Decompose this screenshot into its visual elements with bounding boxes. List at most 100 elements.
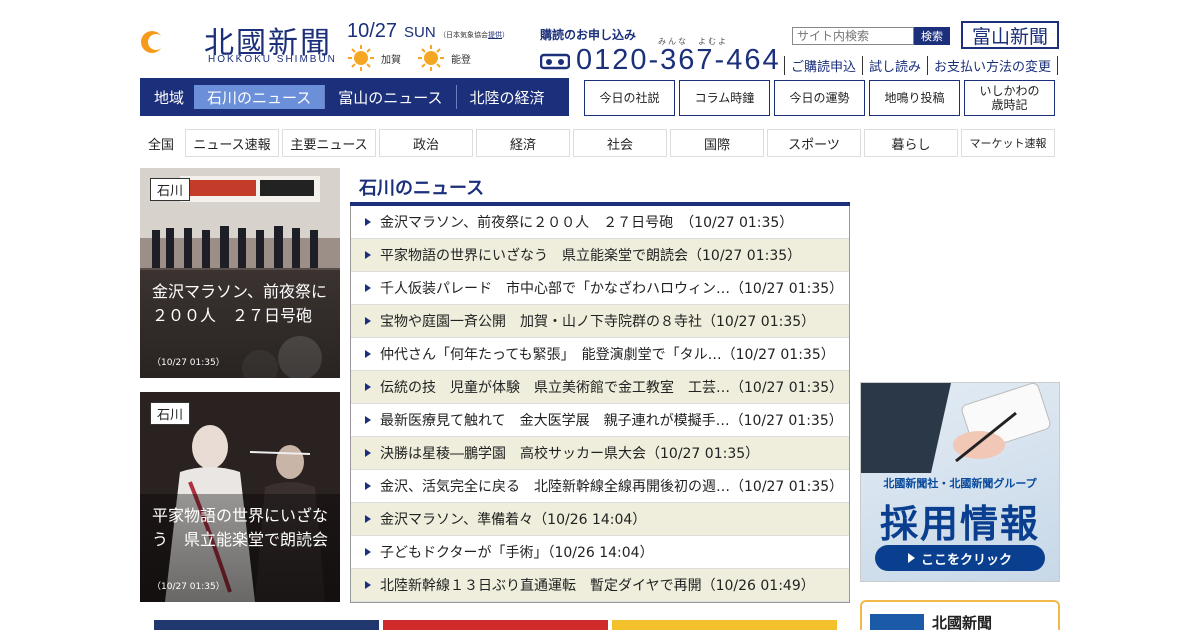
bullet-triangle-icon <box>365 284 371 292</box>
weather-area-label: 加賀 <box>381 54 401 66</box>
weather-kaga[interactable]: 加賀 <box>347 44 401 72</box>
bottom-banner-1[interactable] <box>154 620 379 630</box>
category-sports[interactable]: スポーツ <box>767 129 861 157</box>
news-item-title: 最新医療見て触れて 金大医学展 親子連れが模擬手…（10/27 01:35） <box>380 413 843 429</box>
news-item-title: 伝統の技 児童が体験 県立美術館で金工教室 工芸…（10/27 01:35） <box>380 380 844 396</box>
feature-buttons: 今日の社説 コラム時鐘 今日の運勢 地鳴り投稿 いしかわの 歳時記 <box>584 80 1055 116</box>
featured-title[interactable]: 平家物語の世界にいざなう 県立能楽堂で朗読会 <box>152 504 332 552</box>
promo-title: 北國新聞 <box>932 614 993 630</box>
current-date: 10/27 <box>347 20 398 42</box>
play-arrow-icon <box>907 553 915 563</box>
category-top-news[interactable]: 主要ニュース <box>282 129 376 157</box>
weather-noto[interactable]: 能登 <box>417 44 471 72</box>
weather-credit-link[interactable]: 提供 <box>488 31 502 39</box>
weather-area-label: 能登 <box>451 54 471 66</box>
category-international[interactable]: 国際 <box>670 129 764 157</box>
featured-time: （10/27 01:35） <box>152 358 225 368</box>
weather-credit-end: ） <box>502 31 509 39</box>
toyama-shimbun-button[interactable]: 富山新聞 <box>961 21 1059 49</box>
news-item-title: 金沢マラソン、準備着々（10/26 14:04） <box>380 512 647 528</box>
recruit-banner[interactable]: 北國新聞社・北國新聞グループ 採用情報 ここをクリック <box>860 382 1060 582</box>
category-nav: 全国 ニュース速報 主要ニュース 政治 経済 社会 国際 スポーツ 暮らし マー… <box>140 129 1055 157</box>
category-national[interactable]: 全国 <box>140 129 182 157</box>
news-item-title: 宝物や庭園一斉公開 加賀・山ノ下寺院群の８寺社（10/27 01:35） <box>380 314 816 330</box>
news-item[interactable]: 仲代さん「何年たっても緊張」 能登演劇堂で「タル…（10/27 01:35） <box>351 338 849 371</box>
news-item[interactable]: 金沢マラソン、前夜祭に２００人 ２７日号砲 （10/27 01:35） <box>351 206 849 239</box>
seasonal-calendar-button[interactable]: いしかわの 歳時記 <box>964 80 1055 116</box>
news-item[interactable]: 最新医療見て触れて 金大医学展 親子連れが模擬手…（10/27 01:35） <box>351 404 849 437</box>
utility-links: ご購読申込 試し読み お支払い方法の変更 <box>784 56 1059 75</box>
bullet-triangle-icon <box>365 581 371 589</box>
category-society[interactable]: 社会 <box>573 129 667 157</box>
news-item[interactable]: 金沢マラソン、準備着々（10/26 14:04） <box>351 503 849 536</box>
news-item-title: 仲代さん「何年たっても緊張」 能登演劇堂で「タル…（10/27 01:35） <box>380 347 835 363</box>
bullet-triangle-icon <box>365 416 371 424</box>
bullet-triangle-icon <box>365 515 371 523</box>
pen-hand-illustration <box>861 383 1051 473</box>
news-item-title: 千人仮装パレード 市中心部で「かなざわハロウィン…（10/27 01:35） <box>380 281 844 297</box>
reader-post-button[interactable]: 地鳴り投稿 <box>869 80 960 116</box>
news-item[interactable]: 平家物語の世界にいざなう 県立能楽堂で朗読会（10/27 01:35） <box>351 239 849 272</box>
bottom-banners <box>154 620 837 630</box>
news-item[interactable]: 北陸新幹線１３日ぶり直通運転 暫定ダイヤで再開（10/26 01:49） <box>351 569 849 602</box>
news-item-title: 平家物語の世界にいざなう 県立能楽堂で朗読会（10/27 01:35） <box>380 248 802 264</box>
bullet-triangle-icon <box>365 482 371 490</box>
column-jisho-button[interactable]: コラム時鐘 <box>679 80 770 116</box>
day-of-week: SUN <box>404 24 436 41</box>
horoscope-button[interactable]: 今日の運勢 <box>774 80 865 116</box>
date-weather: 10/27 SUN （日本気象協会提供） 加賀 能登 <box>347 20 517 72</box>
bullet-triangle-icon <box>365 317 371 325</box>
tab-ishikawa-news[interactable]: 石川のニュース <box>194 85 326 109</box>
bottom-banner-2[interactable] <box>383 620 608 630</box>
region-tag: 石川 <box>150 402 191 425</box>
link-subscribe[interactable]: ご購読申込 <box>784 56 862 75</box>
news-item[interactable]: 千人仮装パレード 市中心部で「かなざわハロウィン…（10/27 01:35） <box>351 272 849 305</box>
bullet-triangle-icon <box>365 218 371 226</box>
category-economy[interactable]: 経済 <box>476 129 570 157</box>
featured-story-2[interactable]: 石川 平家物語の世界にいざなう 県立能楽堂で朗読会 （10/27 01:35） <box>140 392 340 602</box>
site-search: 検索 <box>792 27 950 45</box>
sun-icon <box>418 45 444 71</box>
tab-toyama-news[interactable]: 富山のニュース <box>325 85 457 109</box>
promo-banner[interactable]: 北國新聞 <box>860 600 1060 630</box>
weather-credit-text: （日本気象協会 <box>439 31 488 39</box>
category-breaking[interactable]: ニュース速報 <box>185 129 279 157</box>
phone-icon <box>540 53 570 69</box>
news-item[interactable]: 伝統の技 児童が体験 県立美術館で金工教室 工芸…（10/27 01:35） <box>351 371 849 404</box>
news-item-title: 金沢、活気完全に戻る 北陸新幹線全線再開後初の週…（10/27 01:35） <box>380 479 844 495</box>
featured-title[interactable]: 金沢マラソン、前夜祭に２００人 ２７日号砲 <box>152 280 332 328</box>
link-payment-change[interactable]: お支払い方法の変更 <box>927 56 1059 75</box>
news-item-title: 子どもドクターが「手術」（10/26 14:04） <box>380 545 654 561</box>
news-item[interactable]: 金沢、活気完全に戻る 北陸新幹線全線再開後初の週…（10/27 01:35） <box>351 470 849 503</box>
search-input[interactable] <box>792 27 914 45</box>
news-item[interactable]: 宝物や庭園一斉公開 加賀・山ノ下寺院群の８寺社（10/27 01:35） <box>351 305 849 338</box>
category-living[interactable]: 暮らし <box>864 129 958 157</box>
search-button[interactable]: 検索 <box>914 27 950 45</box>
news-item-title: 北陸新幹線１３日ぶり直通運転 暫定ダイヤで再開（10/26 01:49） <box>380 578 815 594</box>
phone-ruby: みんな よむよ <box>658 37 728 46</box>
category-market[interactable]: マーケット速報 <box>961 129 1055 157</box>
category-politics[interactable]: 政治 <box>379 129 473 157</box>
bottom-banner-3[interactable] <box>612 620 837 630</box>
recruit-click-button[interactable]: ここをクリック <box>875 545 1045 571</box>
featured-story-1[interactable]: 石川 金沢マラソン、前夜祭に２００人 ２７日号砲 （10/27 01:35） <box>140 168 340 378</box>
subscribe-phone[interactable]: みんな よむよ 0120-367-464 <box>540 37 781 77</box>
sun-icon <box>348 45 374 71</box>
link-trial[interactable]: 試し読み <box>862 56 927 75</box>
region-label: 地域 <box>154 88 185 107</box>
bullet-triangle-icon <box>365 350 371 358</box>
news-item[interactable]: 決勝は星稜―鵬学園 高校サッカー県大会（10/27 01:35） <box>351 437 849 470</box>
featured-time: （10/27 01:35） <box>152 582 225 592</box>
news-item-title: 決勝は星稜―鵬学園 高校サッカー県大会（10/27 01:35） <box>380 446 760 462</box>
bullet-triangle-icon <box>365 548 371 556</box>
site-logo[interactable]: 北國新聞 HOKKOKU SHIMBUN <box>140 16 340 66</box>
news-list: 金沢マラソン、前夜祭に２００人 ２７日号砲 （10/27 01:35） 平家物語の… <box>350 206 850 603</box>
bullet-triangle-icon <box>365 449 371 457</box>
phone-number: 0120-367-464 <box>576 44 781 76</box>
logo-text-en: HOKKOKU SHIMBUN <box>208 54 337 65</box>
weather-credit: （日本気象協会提供） <box>439 30 509 40</box>
tab-hokuriku-economy[interactable]: 北陸の経済 <box>457 85 558 109</box>
news-item[interactable]: 子どもドクターが「手術」（10/26 14:04） <box>351 536 849 569</box>
bullet-triangle-icon <box>365 383 371 391</box>
editorial-button[interactable]: 今日の社説 <box>584 80 675 116</box>
